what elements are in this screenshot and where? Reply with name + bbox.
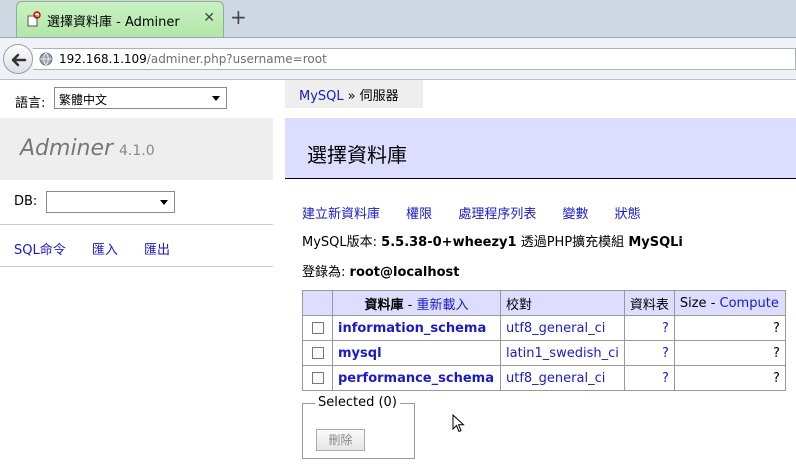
version-value: 5.5.38-0+wheezy1 — [381, 235, 517, 250]
login-label: 登錄為: — [302, 265, 346, 280]
reload-link[interactable]: 重新載入 — [416, 298, 468, 313]
tab-title: 選擇資料庫 - Adminer — [47, 15, 180, 30]
tables-count-link[interactable]: ? — [662, 321, 669, 336]
divider — [0, 266, 273, 267]
tables-count-cell: ? — [623, 365, 675, 391]
database-link[interactable]: performance_schema — [338, 371, 494, 386]
row-checkbox[interactable] — [311, 372, 324, 384]
collation-cell: latin1_swedish_ci — [500, 340, 625, 366]
login-line: 登錄為: root@localhost — [302, 261, 459, 280]
variables-link[interactable]: 變數 — [562, 207, 588, 222]
row-checkbox-cell — [302, 365, 333, 391]
adminer-logo-link[interactable]: Adminer — [20, 136, 113, 161]
selected-fieldset: Selected (0) 刪除 — [302, 395, 415, 459]
breadcrumb-current: 伺服器 — [359, 89, 399, 104]
language-value: 繁體中文 — [59, 93, 108, 107]
breadcrumb: MySQL» 伺服器 — [285, 80, 423, 108]
database-name-cell: mysql — [332, 340, 501, 366]
column-header-tables: 資料表 — [623, 290, 675, 316]
back-button[interactable] — [3, 44, 33, 74]
import-link[interactable]: 匯入 — [92, 243, 118, 258]
tables-count-link[interactable]: ? — [662, 371, 669, 386]
table-row: information_schema utf8_general_ci ? ? — [302, 315, 786, 341]
collation-cell: utf8_general_ci — [500, 315, 625, 341]
db-select[interactable] — [46, 191, 175, 213]
database-link[interactable]: information_schema — [338, 321, 486, 336]
database-name-cell: information_schema — [332, 315, 501, 341]
status-link[interactable]: 狀態 — [615, 207, 641, 222]
size-cell: ? — [673, 365, 786, 391]
browser-tab[interactable]: 選擇資料庫 - Adminer ✕ — [16, 1, 224, 37]
size-cell: ? — [673, 315, 786, 341]
database-link[interactable]: mysql — [338, 346, 382, 361]
page-header: 選擇資料庫 — [285, 118, 796, 179]
tables-count-cell: ? — [623, 315, 675, 341]
breadcrumb-separator: » — [347, 89, 356, 104]
create-database-link[interactable]: 建立新資料庫 — [302, 207, 380, 222]
compute-link[interactable]: Compute — [720, 296, 779, 311]
privileges-link[interactable]: 權限 — [406, 207, 432, 222]
tables-count-link[interactable]: ? — [662, 346, 669, 361]
mysql-version-line: MySQL版本: 5.5.38-0+wheezy1 透過PHP擴充模組 MySQ… — [302, 231, 683, 250]
database-table: 資料庫 - 重新載入 校對 資料表 Size - Compute informa… — [302, 290, 786, 391]
row-checkbox-cell — [302, 340, 333, 366]
tables-count-cell: ? — [623, 340, 675, 366]
language-select[interactable]: 繁體中文 — [54, 87, 227, 109]
collation-link[interactable]: latin1_swedish_ci — [506, 346, 619, 361]
collation-link[interactable]: utf8_general_ci — [506, 371, 605, 386]
collation-cell: utf8_general_ci — [500, 365, 625, 391]
extension-value: MySQLi — [628, 235, 683, 250]
selected-legend: Selected (0) — [315, 395, 400, 410]
browser-navbar: 192.168.1.109/adminer.php?username=root — [0, 38, 796, 80]
row-checkbox[interactable] — [311, 322, 324, 334]
extension-label: 透過PHP擴充模組 — [520, 235, 625, 250]
sidebar: 語言: 繁體中文 Adminer 4.1.0 DB: SQL命令 匯入 匯出 — [0, 80, 273, 474]
page-title: 選擇資料庫 — [307, 143, 407, 167]
table-row: mysql latin1_swedish_ci ? ? — [302, 340, 786, 366]
sidebar-links: SQL命令 匯入 匯出 — [14, 239, 192, 258]
language-label: 語言: — [15, 96, 46, 111]
row-checkbox[interactable] — [311, 347, 324, 359]
column-header-size: Size - Compute — [673, 290, 786, 316]
column-header-collation: 校對 — [500, 290, 625, 316]
action-links: 建立新資料庫 權限 處理程序列表 變數 狀態 — [302, 203, 663, 222]
select-all-cell — [302, 290, 333, 316]
divider — [0, 224, 273, 225]
table-row: performance_schema utf8_general_ci ? ? — [302, 365, 786, 391]
login-value: root@localhost — [349, 265, 460, 280]
new-tab-icon[interactable]: + — [230, 5, 247, 29]
column-header-database: 資料庫 - 重新載入 — [332, 290, 501, 316]
export-link[interactable]: 匯出 — [144, 243, 170, 258]
database-name-cell: performance_schema — [332, 365, 501, 391]
close-tab-icon[interactable]: ✕ — [203, 10, 215, 26]
browser-tabstrip: 選擇資料庫 - Adminer ✕ + — [0, 0, 796, 38]
delete-button[interactable]: 刪除 — [316, 429, 365, 451]
row-checkbox-cell — [302, 315, 333, 341]
breadcrumb-mysql-link[interactable]: MySQL — [299, 89, 344, 104]
collation-link[interactable]: utf8_general_ci — [506, 321, 605, 336]
version-label: MySQL版本: — [302, 235, 378, 250]
chevron-down-icon — [212, 96, 220, 101]
globe-icon — [39, 52, 53, 66]
table-header-row: 資料庫 - 重新載入 校對 資料表 Size - Compute — [302, 290, 786, 316]
mouse-cursor-icon — [452, 414, 465, 433]
address-bar[interactable]: 192.168.1.109/adminer.php?username=root — [33, 48, 796, 70]
back-arrow-icon — [11, 53, 27, 67]
brand-bar: Adminer 4.1.0 — [0, 118, 273, 180]
version-label: 4.1.0 — [119, 143, 155, 159]
sql-command-link[interactable]: SQL命令 — [14, 243, 66, 258]
adminer-favicon-icon — [27, 11, 41, 27]
process-list-link[interactable]: 處理程序列表 — [458, 207, 536, 222]
size-cell: ? — [673, 340, 786, 366]
chevron-down-icon — [160, 200, 168, 205]
url-text: 192.168.1.109/adminer.php?username=root — [59, 52, 327, 66]
db-label: DB: — [14, 194, 38, 209]
